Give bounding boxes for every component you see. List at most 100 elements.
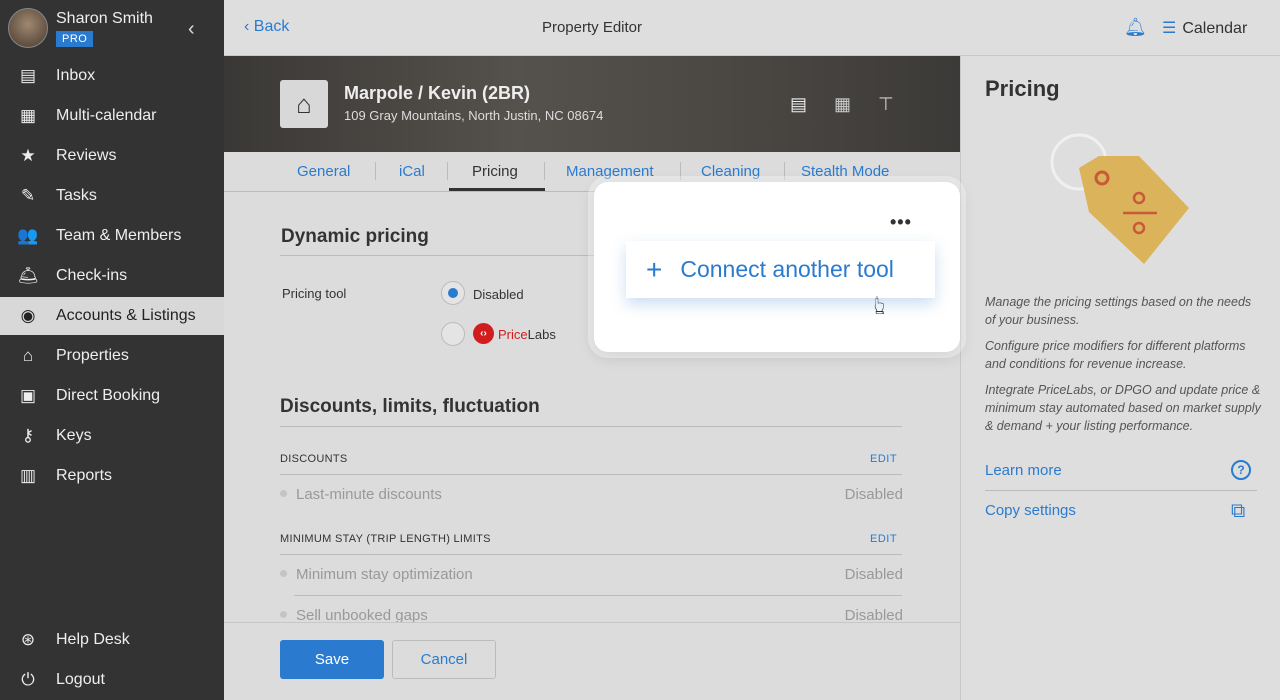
connect-another-tool-button[interactable]: + Connect another tool	[626, 241, 935, 298]
connect-label: Connect another tool	[680, 256, 894, 282]
copy-settings-link[interactable]: Copy settings	[985, 502, 1076, 519]
help-paragraph: Integrate PriceLabs, or DPGO and update …	[985, 383, 1261, 433]
list-item-value: Disabled	[844, 486, 903, 503]
list-item: Minimum stay optimization	[280, 566, 473, 583]
notifications-bell-icon[interactable]: 🔔︎	[1124, 17, 1147, 38]
listing-name: Marpole / Kevin (2BR)	[344, 83, 531, 103]
sidebar-item-properties[interactable]: ⌂ Properties	[0, 337, 224, 375]
sidebar-item-keys[interactable]: ⚷ Keys	[0, 417, 224, 455]
sidebar-item-direct-booking[interactable]: ▣ Direct Booking	[0, 377, 224, 415]
list-item: Last-minute discounts	[280, 486, 442, 503]
discounts-title: Discounts, limits, fluctuation	[280, 396, 540, 417]
sidebar-item-help-desk[interactable]: ⊛ Help Desk	[0, 621, 224, 659]
message-icon[interactable]: ▤	[790, 94, 807, 115]
user-name: Sharon Smith	[56, 9, 153, 27]
hand-cursor-icon: 👆︎	[874, 290, 886, 320]
tasks-icon: ✎	[20, 186, 36, 205]
section-header: MINIMUM STAY (TRIP LENGTH) LIMITS	[280, 533, 491, 545]
sidebar-item-multi-calendar[interactable]: ▦ Multi-calendar	[0, 97, 224, 135]
collapse-sidebar-icon[interactable]: ‹	[188, 18, 195, 41]
sidebar-item-label: Accounts & Listings	[56, 307, 196, 324]
sidebar-item-label: Direct Booking	[56, 387, 161, 404]
avatar	[8, 8, 48, 48]
help-paragraph: Manage the pricing settings based on the…	[985, 295, 1252, 327]
sidebar-item-logout[interactable]: ⏻ Logout	[0, 661, 224, 699]
tab-stealth-mode[interactable]: Stealth Mode	[801, 163, 889, 180]
section-header: DISCOUNTS	[280, 453, 348, 465]
power-icon: ⏻	[21, 670, 35, 689]
page-title: Property Editor	[541, 19, 643, 36]
topbar: ‹ Back Property Editor 🔔︎ ☰ Calendar	[224, 0, 1280, 56]
reports-icon: ▥	[19, 466, 37, 485]
active-tab-indicator	[449, 188, 545, 191]
sidebar-item-label: Team & Members	[56, 227, 182, 244]
calendar-label: Calendar	[1182, 20, 1248, 37]
sidebar-item-label: Tasks	[56, 187, 97, 204]
code-icon: ▣	[19, 386, 37, 405]
sidebar: Sharon Smith PRO ‹ ▤ Inbox ▦ Multi-calendar ★…	[0, 0, 224, 700]
team-icon: 👥	[17, 226, 39, 245]
home-icon: ⌂	[22, 346, 34, 365]
disabled-option-label: Disabled	[473, 287, 524, 302]
calendar-icon[interactable]: ▦	[834, 94, 851, 115]
save-button[interactable]: Save	[280, 640, 384, 679]
pricing-tool-label: Pricing tool	[282, 286, 347, 301]
sidebar-item-label: Reviews	[56, 147, 117, 164]
list-item-value: Disabled	[844, 566, 903, 583]
sidebar-item-label: Reports	[56, 467, 113, 484]
sidebar-item-label: Properties	[56, 347, 129, 364]
account-icon: ◉	[20, 306, 36, 325]
pricelabs-logo-icon: ‹›	[473, 323, 494, 344]
sidebar-item-reviews[interactable]: ★ Reviews	[0, 137, 224, 175]
footer: Save Cancel	[224, 622, 960, 700]
cancel-button[interactable]: Cancel	[392, 640, 496, 679]
listing-header: ⌂ Marpole / Kevin (2BR) 109 Gray Mountai…	[224, 56, 960, 152]
copy-icon[interactable]: ⧉	[1231, 500, 1245, 523]
learn-more-link[interactable]: Learn more	[985, 462, 1062, 479]
calendar-button[interactable]: ☰ Calendar	[1162, 18, 1247, 38]
bell-service-icon: 🛎	[17, 266, 39, 285]
plus-icon: +	[646, 253, 663, 285]
help-circle-icon[interactable]: ?	[1231, 460, 1251, 480]
sidebar-item-label: Keys	[56, 427, 92, 444]
tab-cleaning[interactable]: Cleaning	[701, 163, 760, 180]
radio-disabled[interactable]	[441, 281, 465, 305]
price-tag-illustration-icon	[1050, 133, 1189, 264]
radio-pricelabs[interactable]	[441, 322, 465, 346]
sidebar-item-reports[interactable]: ▥ Reports	[0, 457, 224, 495]
key-icon: ⚷	[21, 426, 35, 445]
edit-min-stay-link[interactable]: EDIT	[870, 533, 897, 545]
sidebar-item-label: Inbox	[56, 67, 96, 84]
tab-pricing[interactable]: Pricing	[472, 163, 518, 180]
pricelabs-label: PriceLabs	[498, 327, 556, 342]
lifebuoy-icon: ⊛	[20, 630, 36, 649]
user-profile[interactable]: Sharon Smith PRO	[8, 8, 153, 48]
connect-tool-popup: ••• + Connect another tool	[594, 182, 960, 352]
tab-general[interactable]: General	[297, 163, 350, 180]
star-icon: ★	[20, 146, 36, 165]
edit-discounts-link[interactable]: EDIT	[870, 453, 897, 465]
help-paragraph: Configure price modifiers for different …	[985, 339, 1246, 371]
help-panel: Pricing Manage the pricing settings base…	[960, 56, 1280, 700]
pro-badge: PRO	[56, 30, 94, 47]
inbox-icon: ▤	[19, 66, 37, 85]
home-icon: ⌂	[280, 80, 328, 128]
listing-address: 109 Gray Mountains, North Justin, NC 086…	[344, 108, 604, 123]
sidebar-item-label: Multi-calendar	[56, 107, 157, 124]
calendar-search-icon: ☰	[1162, 20, 1177, 37]
sidebar-item-label: Logout	[56, 671, 105, 688]
sidebar-item-inbox[interactable]: ▤ Inbox	[0, 57, 224, 95]
sidebar-item-team-members[interactable]: 👥 Team & Members	[0, 217, 224, 255]
sidebar-item-label: Check-ins	[56, 267, 128, 284]
calendar-icon: ▦	[19, 106, 37, 125]
dynamic-pricing-title: Dynamic pricing	[281, 226, 429, 247]
sidebar-item-check-ins[interactable]: 🛎 Check-ins	[0, 257, 224, 295]
tab-management[interactable]: Management	[566, 163, 654, 180]
paint-roller-icon[interactable]: ⊤	[878, 94, 894, 115]
help-title: Pricing	[985, 76, 1060, 101]
sidebar-item-accounts-listings[interactable]: ◉ Accounts & Listings	[0, 297, 224, 335]
more-options-icon[interactable]: •••	[890, 212, 912, 233]
sidebar-item-label: Help Desk	[56, 631, 130, 648]
sidebar-item-tasks[interactable]: ✎ Tasks	[0, 177, 224, 215]
tab-ical[interactable]: iCal	[399, 163, 425, 180]
